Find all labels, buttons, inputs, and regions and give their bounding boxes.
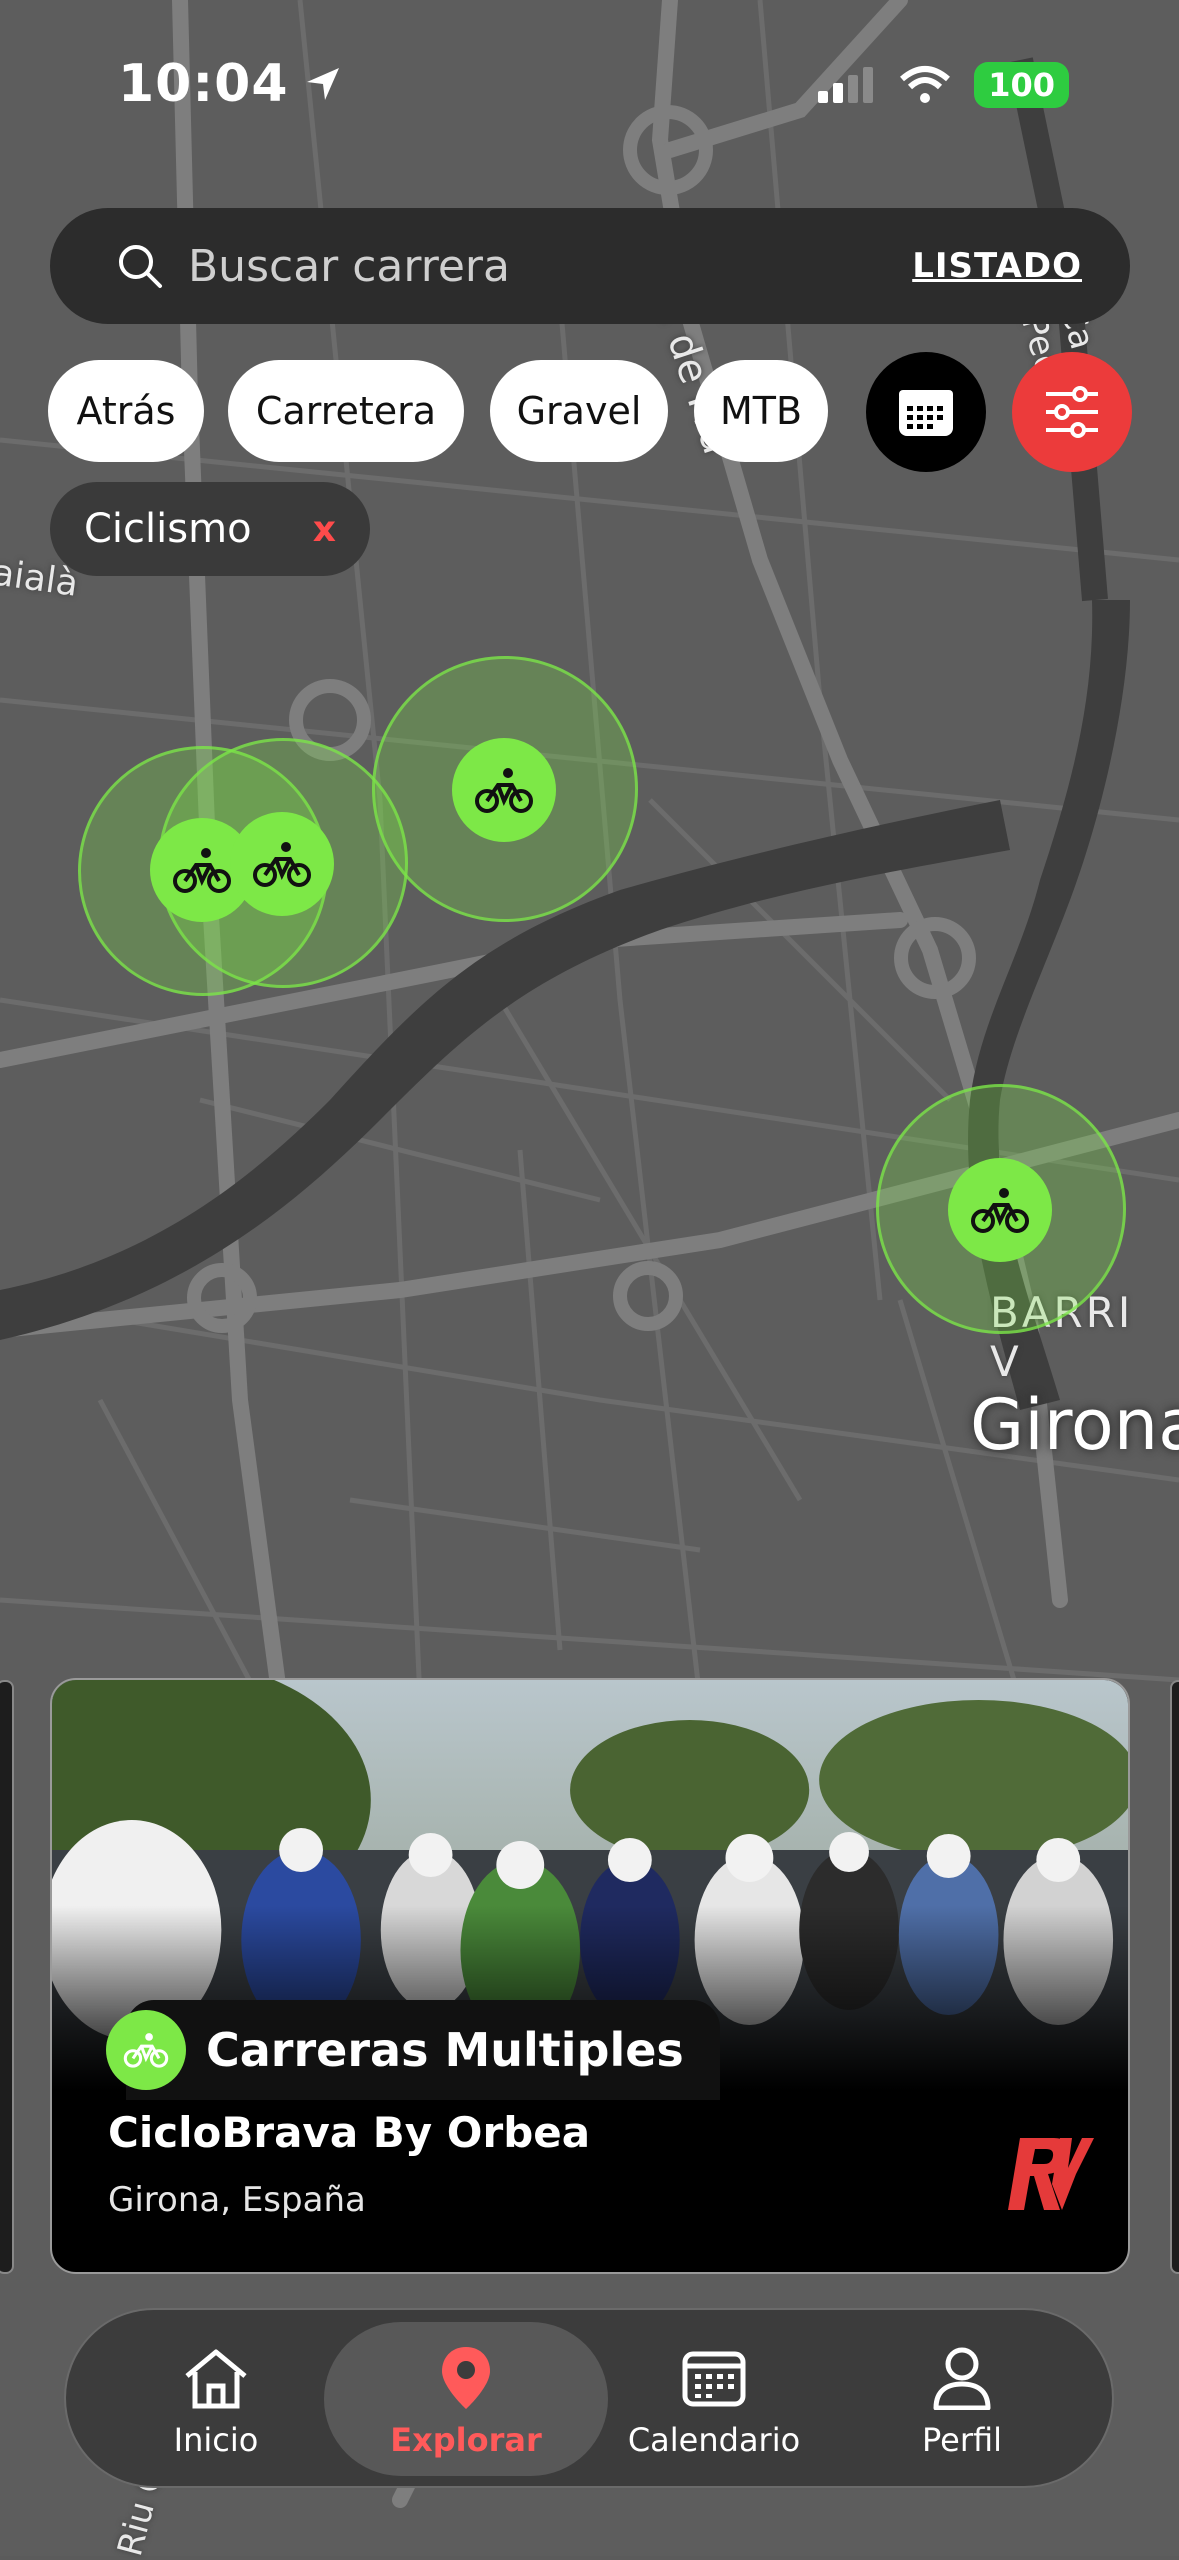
race-marker[interactable] <box>230 812 334 916</box>
nav-label: Perfil <box>921 2421 1003 2459</box>
nav-item-perfil[interactable]: Perfil <box>842 2310 1082 2490</box>
back-chip[interactable]: Atrás <box>48 360 204 462</box>
clock: 10:04 <box>118 54 289 114</box>
search-icon <box>119 245 162 288</box>
race-marker[interactable] <box>948 1158 1052 1262</box>
bicycle-icon <box>173 848 231 893</box>
search-bar[interactable]: Buscar carrera LISTADO <box>50 208 1130 324</box>
bottom-navigation: Inicio Explorar Calendario Perfil <box>64 2308 1114 2488</box>
rk-logo-icon <box>1008 2138 1094 2210</box>
calendar-icon <box>682 2351 746 2407</box>
previous-card-peek[interactable] <box>0 1680 14 2274</box>
bicycle-icon <box>123 2033 169 2068</box>
active-filter-chip[interactable]: Ciclismo x <box>50 482 370 576</box>
gravel-chip[interactable]: Gravel <box>490 360 668 462</box>
road-chip[interactable]: Carretera <box>228 360 464 462</box>
category-icon <box>106 2010 186 2090</box>
home-icon <box>185 2349 247 2409</box>
calendar-filter-button[interactable] <box>866 352 986 472</box>
bicycle-icon <box>971 1188 1029 1233</box>
race-location: Girona, España <box>108 2180 366 2220</box>
nav-item-inicio[interactable]: Inicio <box>96 2310 336 2490</box>
active-filter-label: Ciclismo <box>84 506 252 552</box>
organizer-logo <box>1002 2134 1098 2218</box>
status-time: 10:04 <box>118 54 343 114</box>
map-pin-icon <box>442 2347 490 2409</box>
remove-filter-button[interactable]: x <box>313 509 336 550</box>
nav-item-explorar[interactable]: Explorar <box>346 2310 586 2490</box>
filters-button[interactable] <box>1012 352 1132 472</box>
sliders-icon <box>1046 386 1098 438</box>
nav-item-calendario[interactable]: Calendario <box>594 2310 834 2490</box>
search-input[interactable]: Buscar carrera <box>188 241 912 292</box>
race-card[interactable]: Carreras Multiples CicloBrava By Orbea G… <box>50 1678 1130 2274</box>
calendar-icon <box>899 390 953 436</box>
city-label: Girona <box>970 1384 1179 1466</box>
nav-label: Calendario <box>627 2421 801 2459</box>
next-card-peek[interactable] <box>1170 1680 1179 2274</box>
race-title: CicloBrava By Orbea <box>108 2108 591 2157</box>
race-marker[interactable] <box>452 738 556 842</box>
bicycle-icon <box>475 768 533 813</box>
race-category-badge: Carreras Multiples <box>106 2000 720 2100</box>
bicycle-icon <box>253 842 311 887</box>
location-arrow-icon <box>306 68 339 100</box>
cellular-signal-icon <box>818 67 874 103</box>
status-indicators: 100 <box>816 62 1069 108</box>
nav-label: Inicio <box>173 2421 259 2459</box>
user-icon <box>933 2347 991 2410</box>
nav-label: Explorar <box>390 2421 542 2459</box>
list-view-link[interactable]: LISTADO <box>912 246 1082 286</box>
battery-indicator: 100 <box>974 62 1069 108</box>
wifi-icon <box>900 66 951 103</box>
mtb-chip[interactable]: MTB <box>694 360 828 462</box>
race-category: Carreras Multiples <box>126 2000 720 2100</box>
